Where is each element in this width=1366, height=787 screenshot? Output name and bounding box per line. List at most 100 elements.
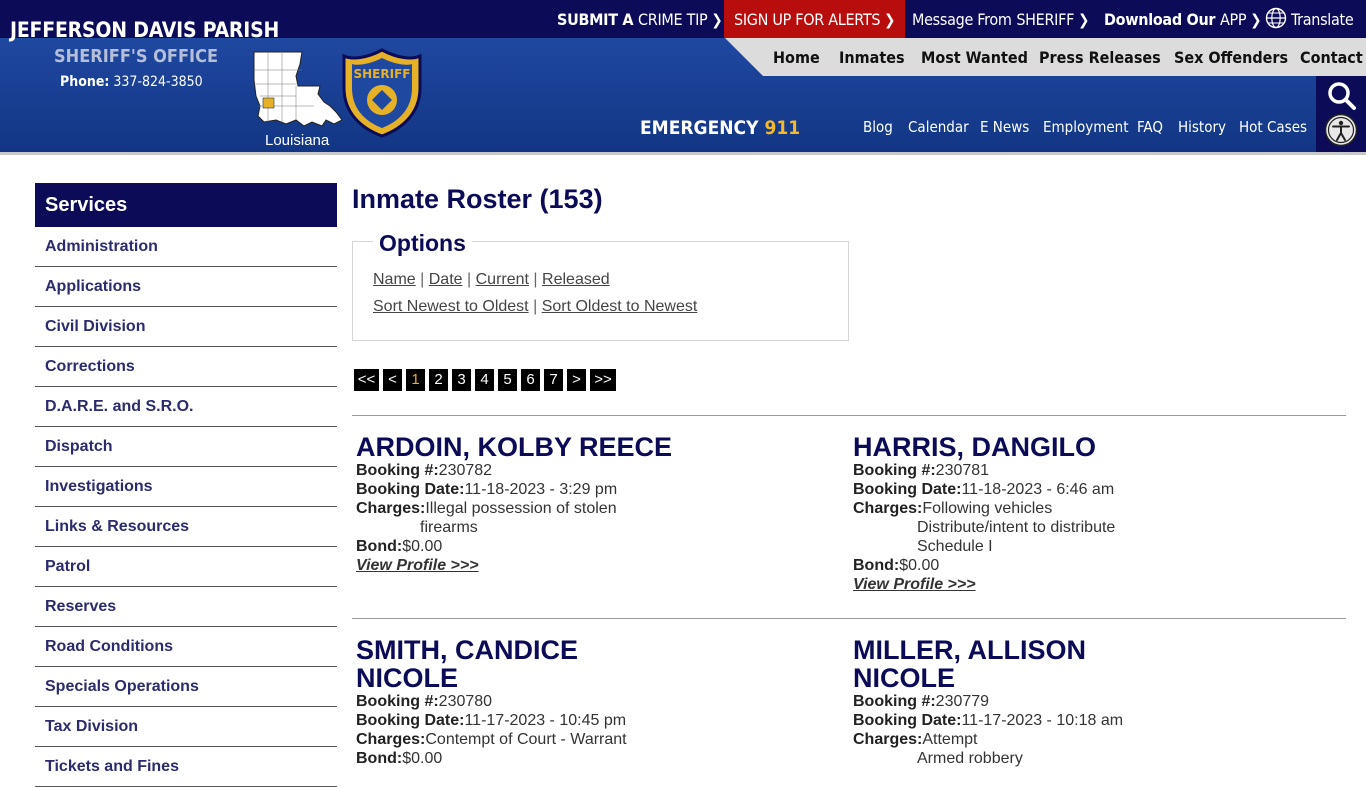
brand-title[interactable]: JEFFERSON DAVIS PARISH: [10, 18, 279, 42]
emergency-label: EMERGENCY: [640, 117, 759, 139]
booking-number: Booking #:230781: [853, 462, 990, 479]
subnav-enews[interactable]: E News: [980, 118, 1029, 136]
page-title: Inmate Roster (153): [352, 184, 603, 214]
bond: Bond:$0.00: [356, 538, 443, 555]
louisiana-map-icon: [253, 51, 343, 127]
app-label-a: Download Our: [1104, 10, 1216, 29]
sidebar-item-links-resources[interactable]: Links & Resources: [35, 507, 337, 547]
filter-current-link[interactable]: Current: [476, 271, 529, 288]
pager-last[interactable]: >>: [590, 369, 616, 391]
nav-press-releases[interactable]: Press Releases: [1039, 48, 1161, 67]
sort-oldest-link[interactable]: Sort Oldest to Newest: [542, 298, 698, 315]
pager-page-2[interactable]: 2: [429, 369, 448, 391]
nav-sex-offenders[interactable]: Sex Offenders: [1174, 48, 1288, 67]
crime-tip-label-a: SUBMIT A: [557, 10, 634, 29]
crime-tip-label-b: CRIME TIP: [638, 10, 708, 29]
inmate-name-line: SMITH, CANDICE: [356, 635, 578, 665]
pager-page-5[interactable]: 5: [498, 369, 517, 391]
sidebar-item-dare-sro[interactable]: D.A.R.E. and S.R.O.: [35, 387, 337, 427]
pager-page-3[interactable]: 3: [452, 369, 471, 391]
sidebar-item-specials-operations[interactable]: Specials Operations: [35, 667, 337, 707]
chevron-right-icon: ❯: [884, 11, 896, 29]
booking-date: Booking Date:11-17-2023 - 10:45 pm: [356, 712, 627, 729]
charges-continued: firearms: [420, 519, 478, 536]
bond: Bond:$0.00: [356, 750, 443, 767]
sidebar-item-tax-division[interactable]: Tax Division: [35, 707, 337, 747]
inmate-card: SMITH, CANDICE NICOLE Booking #:230780 B…: [356, 636, 627, 768]
emergency-number[interactable]: EMERGENCY 911: [640, 117, 800, 139]
subnav-calendar[interactable]: Calendar: [908, 118, 969, 136]
booking-number: Booking #:230780: [356, 693, 493, 710]
inmate-name[interactable]: MILLER, ALLISON NICOLE: [853, 636, 1123, 692]
alerts-signup-link[interactable]: SIGN UP FOR ALERTS ❯: [724, 0, 906, 38]
pager-page-7[interactable]: 7: [544, 369, 563, 391]
sidebar-item-investigations[interactable]: Investigations: [35, 467, 337, 507]
subnav-history[interactable]: History: [1178, 118, 1226, 136]
services-sidebar: Services Administration Applications Civ…: [35, 183, 337, 787]
view-profile-link[interactable]: View Profile >>>: [356, 556, 672, 575]
chevron-right-icon: ❯: [711, 11, 723, 29]
roster-divider: [352, 618, 1346, 619]
sidebar-item-tickets-fines[interactable]: Tickets and Fines: [35, 747, 337, 787]
sidebar-item-administration[interactable]: Administration: [35, 227, 337, 267]
pager-first[interactable]: <<: [354, 369, 379, 391]
pager-next[interactable]: >: [567, 369, 586, 391]
charges-continued: Distribute/intent to distribute: [917, 519, 1116, 536]
sidebar-item-civil-division[interactable]: Civil Division: [35, 307, 337, 347]
translate-button[interactable]: Translate: [1265, 0, 1354, 38]
brand-subtitle[interactable]: SHERIFF'S OFFICE: [54, 46, 218, 67]
app-label-b: APP: [1219, 10, 1247, 29]
sort-newest-link[interactable]: Sort Newest to Oldest: [373, 298, 529, 315]
pager-prev[interactable]: <: [383, 369, 402, 391]
nav-inmates[interactable]: Inmates: [839, 48, 905, 67]
sidebar-item-road-conditions[interactable]: Road Conditions: [35, 627, 337, 667]
inmate-name-line: MILLER, ALLISON: [853, 635, 1086, 665]
options-box: Options Name | Date | Current | Released…: [352, 230, 849, 341]
subnav-faq[interactable]: FAQ: [1137, 118, 1163, 136]
charges: Charges:Following vehicles: [853, 500, 1053, 517]
pager-page-4[interactable]: 4: [475, 369, 494, 391]
chevron-right-icon: ❯: [1078, 11, 1090, 29]
inmate-name[interactable]: HARRIS, DANGILO: [853, 433, 1115, 461]
inmate-card: MILLER, ALLISON NICOLE Booking #:230779 …: [853, 636, 1123, 768]
subnav-employment[interactable]: Employment: [1043, 118, 1129, 136]
header-divider: [0, 152, 1366, 155]
download-app-link[interactable]: Download Our APP ❯: [1104, 0, 1262, 38]
options-legend: Options: [373, 230, 472, 257]
filter-options: Name | Date | Current | Released: [373, 271, 610, 288]
sidebar-item-applications[interactable]: Applications: [35, 267, 337, 307]
sidebar-item-reserves[interactable]: Reserves: [35, 587, 337, 627]
nav-contact[interactable]: Contact: [1300, 48, 1363, 67]
inmate-card: HARRIS, DANGILO Booking #:230781 Booking…: [853, 433, 1115, 594]
search-icon[interactable]: [1327, 81, 1357, 111]
message-label-b: SHERIFF: [1016, 10, 1075, 29]
inmate-name[interactable]: SMITH, CANDICE NICOLE: [356, 636, 627, 692]
sidebar-heading: Services: [35, 183, 337, 227]
inmate-name[interactable]: ARDOIN, KOLBY REECE: [356, 433, 672, 461]
nav-home[interactable]: Home: [773, 48, 820, 67]
view-profile-link[interactable]: View Profile >>>: [853, 575, 1115, 594]
pager-page-1[interactable]: 1: [406, 369, 425, 391]
accessibility-icon[interactable]: [1324, 113, 1358, 147]
nav-most-wanted[interactable]: Most Wanted: [921, 48, 1028, 67]
booking-date: Booking Date:11-18-2023 - 6:46 am: [853, 481, 1115, 498]
brand-phone[interactable]: Phone: 337-824-3850: [60, 74, 203, 90]
sidebar-item-patrol[interactable]: Patrol: [35, 547, 337, 587]
filter-name-link[interactable]: Name: [373, 271, 416, 288]
inmate-name-line: NICOLE: [853, 663, 956, 693]
booking-date: Booking Date:11-17-2023 - 10:18 am: [853, 712, 1124, 729]
main-nav: Home Inmates Most Wanted Press Releases …: [725, 38, 1366, 76]
filter-released-link[interactable]: Released: [542, 271, 610, 288]
subnav-blog[interactable]: Blog: [863, 118, 893, 136]
charges-continued: Schedule I: [917, 538, 993, 555]
sheriff-badge-icon: SHERIFF: [342, 48, 422, 138]
sidebar-item-corrections[interactable]: Corrections: [35, 347, 337, 387]
crime-tip-link[interactable]: SUBMIT A CRIME TIP ❯: [557, 0, 723, 38]
sheriff-message-link[interactable]: Message From SHERIFF ❯: [912, 0, 1089, 38]
filter-date-link[interactable]: Date: [429, 271, 463, 288]
sidebar-item-dispatch[interactable]: Dispatch: [35, 427, 337, 467]
subnav-hot-cases[interactable]: Hot Cases: [1239, 118, 1307, 136]
charges: Charges:Attempt: [853, 731, 978, 748]
pager-page-6[interactable]: 6: [521, 369, 540, 391]
bond: Bond:$0.00: [853, 557, 940, 574]
